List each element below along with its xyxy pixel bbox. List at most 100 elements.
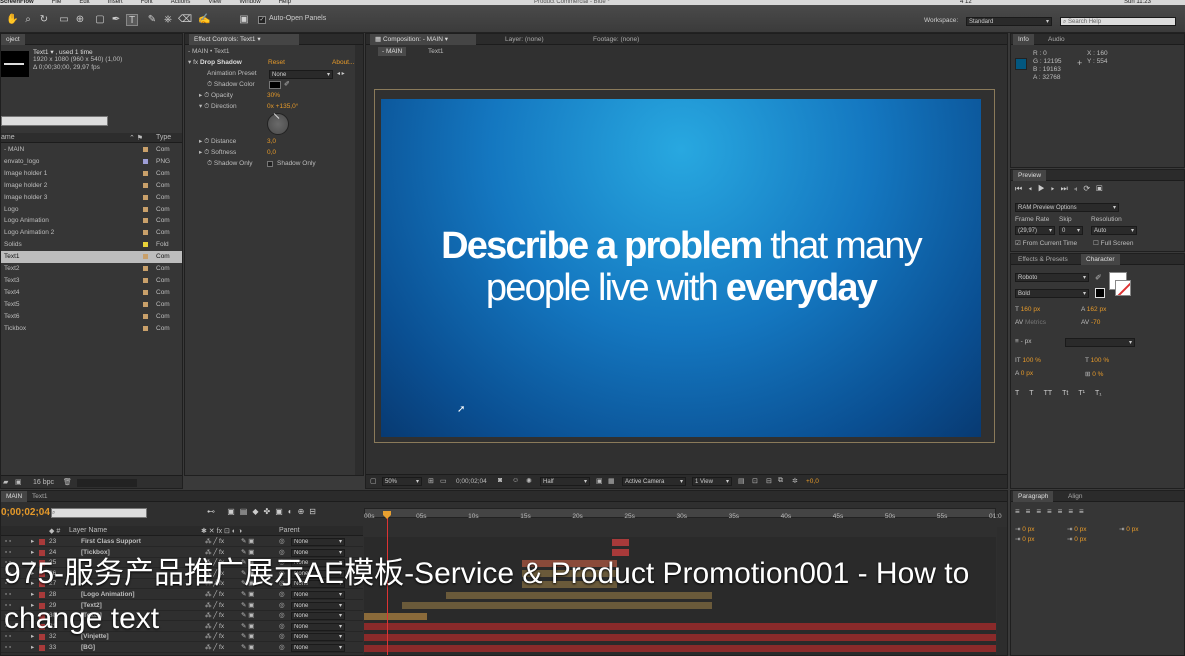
project-item[interactable]: Image holder 3 Com bbox=[1, 192, 182, 204]
layer-switches[interactable]: ⁂ ╱ fx bbox=[205, 643, 224, 653]
checkbox-icon[interactable]: ☐ bbox=[1093, 240, 1099, 247]
label-color-swatch[interactable] bbox=[39, 645, 45, 651]
column-parent[interactable]: Parent bbox=[279, 527, 300, 534]
bpc-label[interactable]: 16 bpc bbox=[33, 479, 54, 486]
disclosure-icon[interactable]: ▸ bbox=[199, 138, 202, 145]
project-item[interactable]: Text3 Com bbox=[1, 275, 182, 287]
vertical-scale-field[interactable]: IT 100 % bbox=[1015, 357, 1041, 364]
disclosure-icon[interactable]: ▾ bbox=[199, 103, 202, 110]
project-item[interactable]: Text5 Com bbox=[1, 299, 182, 311]
layer-name[interactable]: First Class Support bbox=[81, 537, 141, 547]
skip-dropdown[interactable]: 0 ▾ bbox=[1059, 226, 1083, 235]
project-search-input[interactable] bbox=[1, 116, 108, 126]
preview-resolution-dropdown[interactable]: Auto ▾ bbox=[1091, 226, 1137, 235]
direction-dial[interactable] bbox=[267, 113, 289, 135]
label-color-swatch[interactable] bbox=[143, 277, 148, 283]
layer-switches[interactable]: ⁂ ╱ fx bbox=[205, 632, 224, 642]
font-style-dropdown[interactable]: Bold ▾ bbox=[1015, 289, 1089, 298]
pickwhip-icon[interactable]: ✎ ▣ bbox=[241, 632, 254, 642]
layer-duration-bar[interactable] bbox=[401, 602, 712, 610]
project-item[interactable]: Text4 Com bbox=[1, 287, 182, 299]
eyedropper-icon[interactable]: ✐ bbox=[284, 80, 290, 88]
label-color-swatch[interactable] bbox=[143, 325, 148, 331]
parent-dropdown[interactable]: None ▾ bbox=[291, 612, 345, 621]
full-screen-row[interactable]: ☐ Full Screen bbox=[1093, 239, 1134, 247]
text-style-button[interactable]: T bbox=[1015, 390, 1019, 397]
label-color-swatch[interactable] bbox=[143, 254, 148, 260]
text-style-button[interactable]: T₁ bbox=[1095, 390, 1102, 397]
project-item[interactable]: Logo Animation 2 Com bbox=[1, 227, 182, 239]
parent-dropdown[interactable]: None ▾ bbox=[291, 538, 345, 546]
headline-line1[interactable]: Describe a problem that many bbox=[381, 225, 981, 267]
project-item[interactable]: envato_logo PNG bbox=[1, 156, 182, 168]
fill-stroke-swatch-small[interactable] bbox=[1095, 288, 1105, 298]
stroke-width-field[interactable]: ≡ - px bbox=[1015, 338, 1031, 345]
layer-duration-bar[interactable] bbox=[364, 623, 996, 631]
flowchart-icon[interactable]: ⧉ bbox=[778, 477, 783, 485]
tab-preview[interactable]: Preview bbox=[1013, 170, 1047, 181]
from-current-row[interactable]: ☑ From Current Time bbox=[1015, 239, 1077, 247]
label-color-swatch[interactable] bbox=[143, 147, 148, 152]
parent-pickwhip-icon[interactable]: ◎ bbox=[279, 601, 285, 611]
brush-tool-icon[interactable]: ✎ bbox=[146, 14, 158, 26]
parent-dropdown[interactable]: None ▾ bbox=[291, 622, 345, 631]
text-style-button[interactable]: Tt bbox=[1062, 390, 1068, 397]
column-name[interactable]: ame bbox=[1, 134, 15, 141]
label-column-icon[interactable]: ◆ # bbox=[49, 527, 60, 535]
parent-pickwhip-icon[interactable]: ◎ bbox=[279, 643, 285, 653]
parent-pickwhip-icon[interactable]: ◎ bbox=[279, 537, 285, 547]
tab-timeline-text1[interactable]: Text1 bbox=[27, 491, 53, 502]
leading-field[interactable]: A 162 px bbox=[1081, 306, 1106, 313]
stroke-type-dropdown[interactable]: ▾ bbox=[1065, 338, 1135, 347]
project-item[interactable]: Tickbox Com bbox=[1, 323, 182, 335]
font-family-dropdown[interactable]: Roboto ▾ bbox=[1015, 273, 1089, 282]
tsume-field[interactable]: ⊞ 0 % bbox=[1085, 370, 1103, 378]
project-item[interactable]: - MAIN Com bbox=[1, 144, 182, 156]
project-item[interactable]: Text1 Com bbox=[1, 251, 182, 264]
visibility-icon[interactable]: ▫ ▫ bbox=[5, 643, 11, 653]
font-size-field[interactable]: T 160 px bbox=[1015, 306, 1040, 313]
roto-brush-tool-icon[interactable]: ✍ bbox=[198, 14, 210, 26]
direction-value[interactable]: 0x +135,0° bbox=[267, 101, 298, 113]
preview-controls[interactable]: ⏮◂▶▸⏭◃⟳▣ bbox=[1015, 184, 1109, 194]
project-item[interactable]: Logo Animation Com bbox=[1, 215, 182, 227]
pickwhip-icon[interactable]: ✎ ▣ bbox=[241, 622, 254, 632]
project-item[interactable]: Text6 Com bbox=[1, 311, 182, 323]
workspace-dropdown[interactable]: Standard ▾ bbox=[966, 17, 1052, 26]
search-help-input[interactable]: ⌕ Search Help bbox=[1060, 17, 1176, 26]
channel-icon[interactable]: ✺ bbox=[526, 477, 532, 485]
tab-character[interactable]: Character bbox=[1081, 254, 1120, 265]
tab-project[interactable]: oject bbox=[1, 34, 25, 45]
tab-timeline-main[interactable]: MAIN bbox=[1, 491, 28, 502]
camera-tool-icon[interactable]: ▭ bbox=[58, 14, 70, 26]
trash-icon[interactable]: 🗑 bbox=[63, 478, 72, 486]
timeline-scrollbar[interactable] bbox=[997, 527, 1007, 655]
disclosure-icon[interactable]: ▾ bbox=[188, 59, 191, 66]
timeline-switches[interactable]: ⊷ ▣▤◆✤▣◐⊕⊟ bbox=[207, 507, 321, 516]
layer-switches[interactable]: ⁂ ╱ fx bbox=[205, 611, 224, 621]
layer-duration-bar[interactable] bbox=[364, 633, 996, 641]
mask-icon[interactable]: ▭ bbox=[440, 477, 447, 485]
column-type[interactable]: Type bbox=[156, 134, 171, 141]
show-snapshot-icon[interactable]: ☺ bbox=[512, 477, 519, 484]
toggle-pixel-icon[interactable]: ▤ bbox=[738, 477, 745, 485]
label-color-swatch[interactable] bbox=[143, 194, 148, 200]
label-color-swatch[interactable] bbox=[143, 301, 148, 307]
region-of-interest-icon[interactable]: ▣ bbox=[596, 477, 603, 485]
label-color-swatch[interactable] bbox=[143, 206, 148, 212]
project-item[interactable]: Image holder 1 Com bbox=[1, 168, 182, 180]
label-color-swatch[interactable] bbox=[143, 313, 148, 319]
preset-nav-icons[interactable]: ◂ ▸ bbox=[337, 70, 345, 77]
label-color-swatch[interactable] bbox=[143, 230, 148, 236]
indent-field[interactable]: ⇥ 0 px bbox=[1067, 525, 1087, 533]
alignment-buttons[interactable]: ≡≡≡≡≡≡≡ bbox=[1015, 507, 1090, 516]
crumb-text1[interactable]: Text1 bbox=[428, 47, 444, 56]
label-color-swatch[interactable] bbox=[143, 158, 148, 164]
zoom-tool-icon[interactable]: ⌕ bbox=[22, 14, 34, 26]
crumb-main[interactable]: - MAIN bbox=[378, 47, 407, 56]
parent-dropdown[interactable]: None ▾ bbox=[291, 633, 345, 642]
clone-stamp-tool-icon[interactable]: ⎈ bbox=[162, 14, 174, 26]
frame-rate-dropdown[interactable]: (29,97) ▾ bbox=[1015, 226, 1055, 235]
headline-line2[interactable]: people live with everyday bbox=[381, 267, 981, 309]
auto-open-checkbox[interactable]: ✓ bbox=[258, 16, 266, 24]
